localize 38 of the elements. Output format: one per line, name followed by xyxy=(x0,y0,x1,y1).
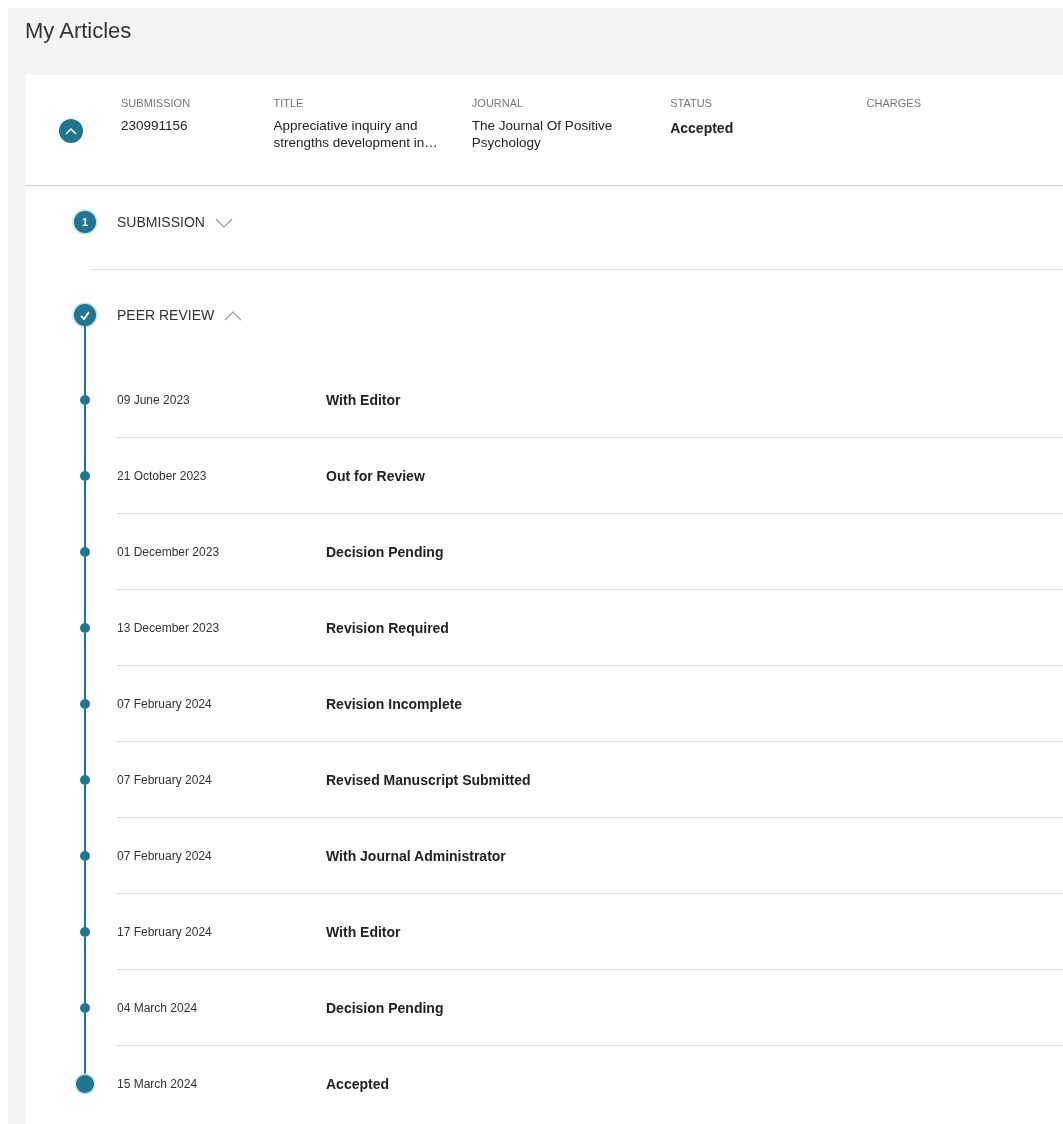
event-date: 21 October 2023 xyxy=(117,468,208,483)
step-toggle[interactable]: PEER REVIEW xyxy=(99,304,243,326)
page-title: My Articles xyxy=(25,17,133,45)
event-date: 07 February 2024 xyxy=(117,696,213,711)
event-status: Decision Pending xyxy=(326,999,444,1016)
event-status: Revision Required xyxy=(326,619,449,636)
column-label: CHARGES xyxy=(866,97,922,109)
event-date: 07 February 2024 xyxy=(117,848,213,863)
column-label: STATUS xyxy=(670,97,713,109)
event-date: 01 December 2023 xyxy=(117,544,221,559)
event-date: 15 March 2024 xyxy=(117,1077,199,1091)
event-status: Accepted xyxy=(326,1076,390,1092)
event-date: 04 March 2024 xyxy=(117,1000,199,1015)
chevron-icon xyxy=(224,311,243,321)
column-value: 230991156 xyxy=(121,117,189,134)
check-icon xyxy=(80,310,90,320)
collapse-button[interactable] xyxy=(59,119,83,143)
event-status: Out for Review xyxy=(326,467,425,484)
step-toggle[interactable]: SUBMISSION xyxy=(99,211,233,233)
step-marker: 1 xyxy=(74,211,96,233)
column-label: SUBMISSION xyxy=(121,97,192,109)
event-date: 17 February 2024 xyxy=(117,924,213,939)
event-status: Revision Incomplete xyxy=(326,695,463,712)
chevron-icon xyxy=(214,218,233,228)
column-value: Accepted xyxy=(670,119,735,137)
caret-icon xyxy=(65,127,77,135)
column-value: Appreciative inquiry and strengths development in… xyxy=(273,117,439,151)
event-status: With Editor xyxy=(326,923,401,940)
event-date: 09 June 2023 xyxy=(117,392,191,407)
column-label: TITLE xyxy=(273,97,305,109)
event-status: Revised Manuscript Submitted xyxy=(326,771,531,788)
event-status: With Editor xyxy=(326,391,401,408)
column-label: JOURNAL xyxy=(471,97,525,109)
event-status: With Journal Administrator xyxy=(326,847,506,864)
event-status: Decision Pending xyxy=(326,543,444,560)
event-date: 13 December 2023 xyxy=(117,620,221,635)
column-value: The Journal Of Positive Psychology xyxy=(471,117,614,151)
event-date: 07 February 2024 xyxy=(117,772,213,787)
